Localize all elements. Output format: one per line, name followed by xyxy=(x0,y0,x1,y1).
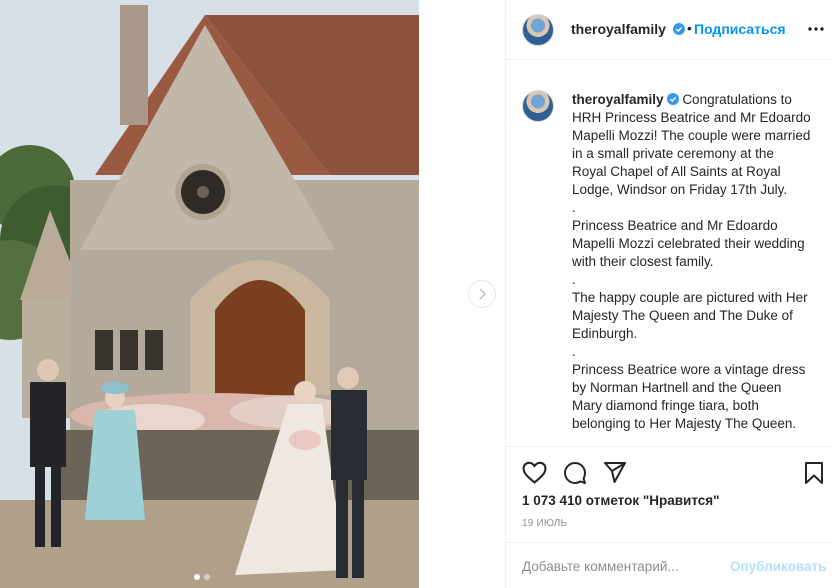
post-header: theroyalfamily • Подписаться xyxy=(506,0,832,60)
separator-dot: • xyxy=(687,20,692,36)
comment-input[interactable] xyxy=(522,555,722,577)
publish-button[interactable]: Опубликовать xyxy=(730,559,826,574)
heart-icon[interactable] xyxy=(522,461,547,484)
username-link[interactable]: theroyalfamily xyxy=(571,21,685,37)
more-horizontal-icon[interactable] xyxy=(808,27,824,31)
chevron-right-icon xyxy=(479,288,487,300)
caption-username[interactable]: theroyalfamily xyxy=(572,92,664,107)
carousel-dot-active xyxy=(194,574,200,580)
username[interactable]: theroyalfamily xyxy=(571,21,666,37)
add-comment-bar: Опубликовать xyxy=(506,542,832,588)
caption-paragraph: Congratulations to HRH Princess Beatrice… xyxy=(572,92,811,197)
caption-paragraph: Princess Beatrice and Mr Edoardo Mapelli… xyxy=(572,218,805,269)
comments-area[interactable]: theroyalfamily Congratulations to HRH Pr… xyxy=(506,60,832,446)
caption-separator: . xyxy=(572,200,576,215)
post-photo[interactable] xyxy=(0,0,419,588)
verified-badge-icon xyxy=(666,93,679,105)
post-sidebar: theroyalfamily • Подписаться theroyalfam… xyxy=(505,0,832,588)
caption-avatar[interactable] xyxy=(522,90,554,122)
caption-separator: . xyxy=(572,344,576,359)
bookmark-icon[interactable] xyxy=(804,461,824,485)
comment-icon[interactable] xyxy=(563,461,587,485)
wedding-photo-illustration xyxy=(0,0,419,588)
caption-separator: . xyxy=(572,272,576,287)
caption-paragraph: Princess Beatrice wore a vintage dress b… xyxy=(572,362,806,431)
verified-badge-icon xyxy=(672,23,685,35)
carousel-dot xyxy=(204,574,210,580)
post-date[interactable]: 19 ИЮЛЬ xyxy=(522,518,567,529)
carousel-indicator xyxy=(194,574,210,580)
share-icon[interactable] xyxy=(603,461,627,484)
post-caption: theroyalfamily Congratulations to HRH Pr… xyxy=(572,91,812,433)
avatar[interactable] xyxy=(522,14,554,46)
carousel-next-button[interactable] xyxy=(468,280,496,308)
post-actions: 1 073 410 отметок "Нравится" 19 ИЮЛЬ xyxy=(506,446,832,542)
caption-paragraph: The happy couple are pictured with Her M… xyxy=(572,290,808,341)
follow-button[interactable]: Подписаться xyxy=(694,21,786,37)
likes-count[interactable]: 1 073 410 отметок "Нравится" xyxy=(522,493,720,508)
